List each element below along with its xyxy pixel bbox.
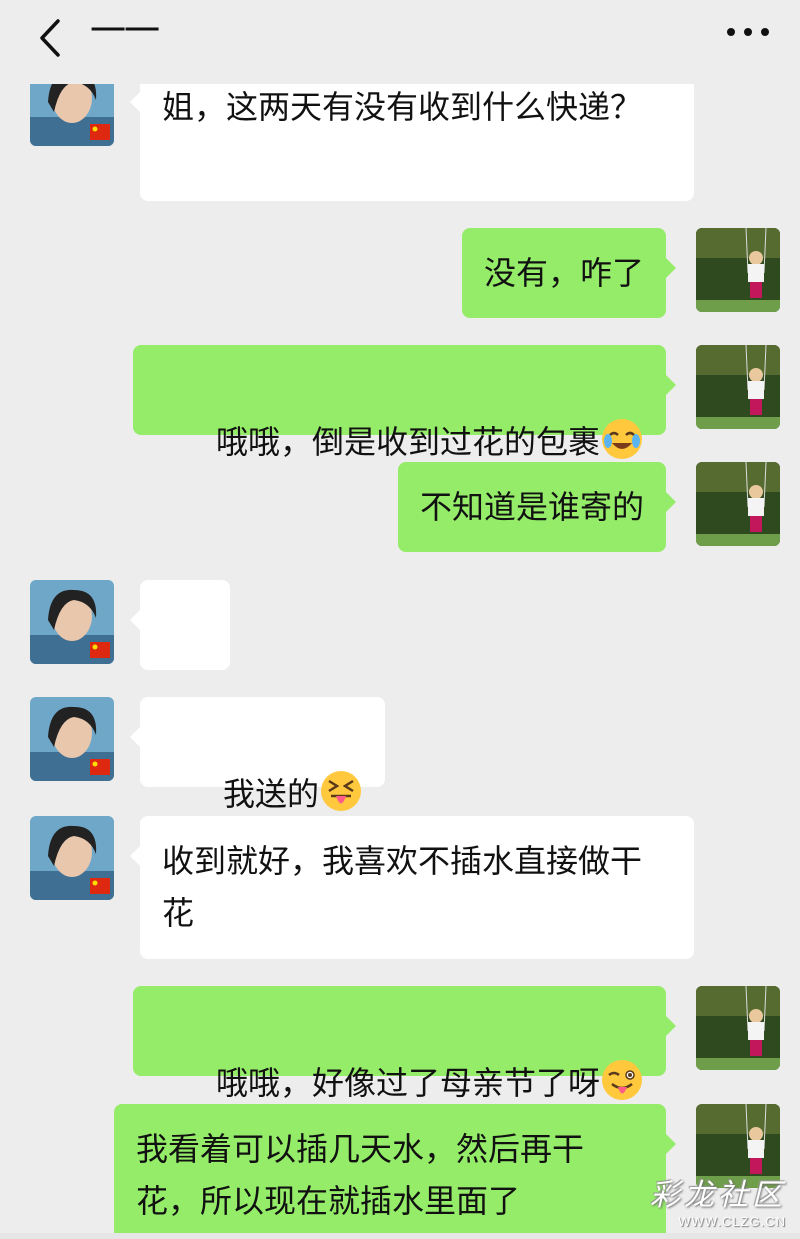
bottom-divider [0,1233,800,1239]
message-bubble[interactable]: 不知道是谁寄的 [397,462,677,552]
chevron-left-icon [40,19,60,57]
message-text: 哦哦，好像过了母亲节了呀 [215,1064,600,1102]
message-bubble[interactable]: 哦哦，好像过了母亲节了呀 [132,986,677,1102]
chat-header: 一一 [0,0,800,84]
watermark-url: WWW.CLZG.CN [678,1214,786,1229]
message-text: 我送的 [223,775,320,813]
tongue-squint-emoji-icon [319,769,363,813]
my-avatar[interactable] [696,986,780,1070]
contact-avatar[interactable] [30,697,114,781]
contact-avatar[interactable] [30,816,114,900]
my-avatar[interactable] [696,228,780,312]
message-bubble[interactable]: 我送的 [129,697,386,813]
more-options-button[interactable] [718,12,778,52]
site-watermark: 彩龙社区 WWW.CLZG.CN [650,1170,786,1229]
my-avatar[interactable] [696,345,780,429]
watermark-logo-text: 彩龙社区 [650,1178,786,1213]
my-avatar[interactable] [696,462,780,546]
message-text: 哦哦，倒是收到过花的包裹 [215,423,600,461]
message-bubble[interactable]: 哦哦，倒是收到过花的包裹 [132,345,677,461]
message-bubble[interactable]: 收到就好，我喜欢不插水直接做干花 [130,816,694,959]
back-button[interactable] [22,10,78,66]
wink-tongue-emoji-icon [600,1058,644,1102]
laugh-cry-emoji-icon [600,417,644,461]
more-dots-icon [727,28,769,36]
message-bubble[interactable] [130,580,230,746]
message-bubble[interactable]: 我看着可以插几天水，然后再干花，所以现在就插水里面了 [114,1104,676,1239]
message-bubble[interactable]: 没有，咋了 [461,228,677,318]
chat-title: 一一 [90,11,160,52]
contact-avatar[interactable] [30,580,114,664]
chat-message-list[interactable]: 姐，这两天有没有收到什么快递？ 没有，咋了 哦哦，倒是收到过花的包裹 不知道是谁… [0,0,800,1239]
